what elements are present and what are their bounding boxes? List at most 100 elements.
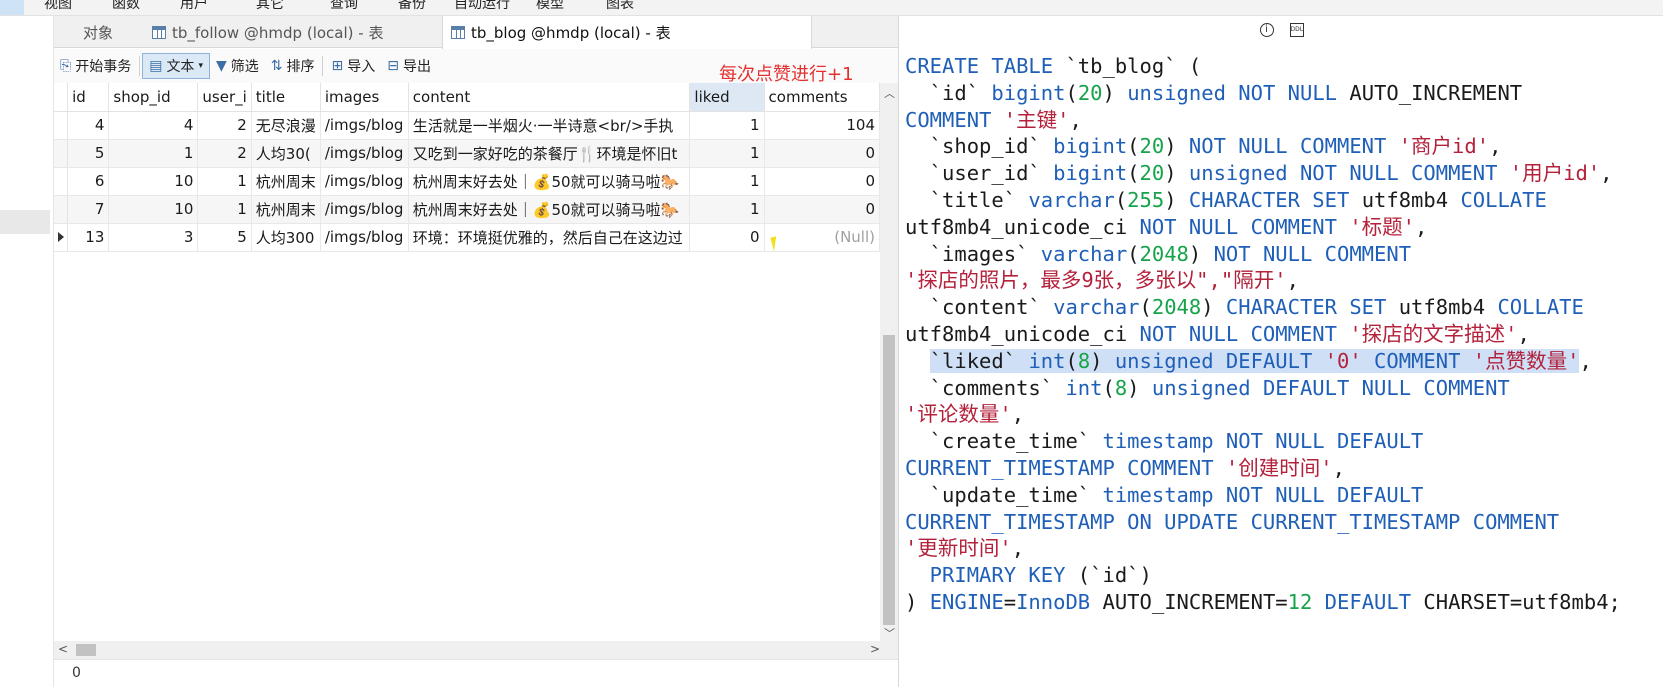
tab-objects[interactable]: 对象 <box>54 16 142 48</box>
ddl-token: unsigned DEFAULT <box>1114 348 1325 373</box>
column-header-liked[interactable]: liked <box>689 83 765 112</box>
cell-liked[interactable]: 1 <box>689 195 765 224</box>
menu-item-users[interactable]: 用户 <box>180 0 208 13</box>
cell-title[interactable]: 人均30( <box>251 139 321 168</box>
cell-title[interactable]: 杭州周末 <box>251 167 321 196</box>
scroll-down-icon[interactable]: ﹀ <box>884 625 895 641</box>
column-header-title[interactable]: title <box>251 83 321 112</box>
cell-images[interactable]: /imgs/blog <box>320 223 409 252</box>
cell-comments[interactable]: 104 <box>764 111 880 140</box>
cell-content[interactable]: 环境：环境挺优雅的，然后自己在这边过 <box>408 223 691 252</box>
horizontal-scroll-thumb[interactable] <box>76 644 96 656</box>
tab-tb-blog[interactable]: tb_blog @hmdp (local) - 表 <box>442 16 812 49</box>
begin-transaction-button[interactable]: ⎘ 开始事务 <box>54 53 137 79</box>
cell-shop-id[interactable]: 3 <box>108 223 199 252</box>
cell-id[interactable]: 6 <box>67 167 110 196</box>
menu-item-others[interactable]: 其它 <box>256 0 284 13</box>
import-button[interactable]: ⊞ 导入 <box>325 53 381 79</box>
ddl-line: ) ENGINE=InnoDB AUTO_INCREMENT=12 DEFAUL… <box>905 589 1621 616</box>
ddl-icon[interactable]: DDL <box>1289 23 1304 37</box>
column-header-images[interactable]: images <box>320 83 409 112</box>
menu-item-query[interactable]: 查询 <box>330 0 358 13</box>
scroll-left-icon[interactable]: < <box>58 642 68 656</box>
tab-objects-label: 对象 <box>82 23 113 42</box>
row-header-current[interactable] <box>54 223 69 252</box>
tab-tb-follow[interactable]: tb_follow @hmdp (local) - 表 <box>144 16 440 48</box>
ddl-line: `comments` int(8) unsigned DEFAULT NULL … <box>905 375 1621 402</box>
menu-item-backup[interactable]: 备份 <box>398 0 426 13</box>
cell-title[interactable]: 无尽浪漫 <box>251 111 321 140</box>
ddl-line: `update_time` timestamp NOT NULL DEFAULT <box>905 482 1621 509</box>
row-header[interactable] <box>54 167 69 196</box>
column-header-id[interactable]: id <box>67 83 110 112</box>
table-row[interactable]: 13 3 5 人均300 /imgs/blog 环境：环境挺优雅的，然后自己在这… <box>54 223 880 252</box>
cell-user-id[interactable]: 2 <box>197 111 252 140</box>
cell-comments[interactable]: 0 <box>764 195 880 224</box>
ddl-line: `content` varchar(2048) CHARACTER SET ut… <box>905 294 1621 321</box>
sort-button[interactable]: ⇅ 排序 <box>265 53 321 79</box>
cell-id[interactable]: 7 <box>67 195 110 224</box>
cell-title[interactable]: 杭州周末 <box>251 195 321 224</box>
text-view-button[interactable]: ▤ 文本 ▾ <box>142 53 210 79</box>
cell-liked[interactable]: 1 <box>689 139 765 168</box>
scroll-right-icon[interactable]: > <box>870 642 880 656</box>
cell-title[interactable]: 人均300 <box>251 223 321 252</box>
column-header-shop-id[interactable]: shop_id <box>108 83 199 112</box>
cell-liked[interactable]: 1 <box>689 111 765 140</box>
cell-user-id[interactable]: 1 <box>197 167 252 196</box>
column-header-content[interactable]: content <box>408 83 691 112</box>
ddl-token: utf8mb4 <box>1361 187 1461 212</box>
cell-images[interactable]: /imgs/blog <box>320 139 409 168</box>
menu-item-view[interactable]: 视图 <box>44 0 72 13</box>
cell-images[interactable]: /imgs/blog <box>320 167 409 196</box>
menu-item-functions[interactable]: 函数 <box>112 0 140 13</box>
filter-button[interactable]: ▼ 筛选 <box>210 53 265 79</box>
grid-horizontal-scrollbar[interactable]: < > <box>54 641 898 659</box>
cell-shop-id[interactable]: 10 <box>108 195 199 224</box>
cell-user-id[interactable]: 1 <box>197 195 252 224</box>
ddl-token: ) <box>1164 134 1189 159</box>
cell-comments[interactable]: 0 <box>764 139 880 168</box>
cell-user-id[interactable]: 5 <box>197 223 252 252</box>
cell-content[interactable]: 杭州周末好去处｜💰50就可以骑马啦🐎 <box>408 167 691 196</box>
ddl-token: , <box>1011 402 1025 427</box>
cell-id[interactable]: 5 <box>67 139 110 168</box>
cell-id[interactable]: 13 <box>67 223 110 252</box>
cell-shop-id[interactable]: 4 <box>108 111 199 140</box>
cell-liked[interactable]: 1 <box>689 167 765 196</box>
column-header-comments[interactable]: comments <box>764 83 880 112</box>
row-header[interactable] <box>54 139 69 168</box>
info-icon[interactable]: i <box>1259 23 1274 37</box>
cell-content[interactable]: 又吃到一家好吃的茶餐厅🍴环境是怀旧t <box>408 139 691 168</box>
table-row[interactable]: 7 10 1 杭州周末 /imgs/blog 杭州周末好去处｜💰50就可以骑马啦… <box>54 195 880 224</box>
menu-item-automation[interactable]: 自动运行 <box>454 0 510 13</box>
cell-content[interactable]: 杭州周末好去处｜💰50就可以骑马啦🐎 <box>408 195 691 224</box>
cell-id[interactable]: 4 <box>67 111 110 140</box>
cell-user-id[interactable]: 2 <box>197 139 252 168</box>
row-header[interactable] <box>54 111 69 140</box>
table-row[interactable]: 6 10 1 杭州周末 /imgs/blog 杭州周末好去处｜💰50就可以骑马啦… <box>54 167 880 196</box>
cell-images[interactable]: /imgs/blog <box>320 111 409 140</box>
row-header[interactable] <box>54 195 69 224</box>
menu-item-charts[interactable]: 图表 <box>606 0 634 13</box>
cell-shop-id[interactable]: 10 <box>108 167 199 196</box>
row-header-corner <box>54 83 69 112</box>
selected-nav-item[interactable] <box>0 210 50 234</box>
scroll-up-icon[interactable]: ︿ <box>884 85 895 101</box>
ddl-token: PRIMARY KEY <box>905 563 1078 588</box>
cell-liked[interactable]: 0 <box>689 223 765 252</box>
export-button[interactable]: ⊟ 导出 <box>381 53 437 79</box>
table-row[interactable]: 4 4 2 无尽浪漫 /imgs/blog 生活就是一半烟火·一半诗意<br/>… <box>54 111 880 140</box>
chevron-down-icon[interactable]: ▾ <box>198 61 203 71</box>
menu-item-model[interactable]: 模型 <box>536 0 564 13</box>
cell-shop-id[interactable]: 1 <box>108 139 199 168</box>
cell-comments[interactable]: 0 <box>764 167 880 196</box>
ddl-code-block[interactable]: CREATE TABLE `tb_blog` ( `id` bigint(20)… <box>905 53 1621 616</box>
grid-vertical-scrollbar[interactable]: ︿ ﹀ <box>880 83 898 641</box>
cell-images[interactable]: /imgs/blog <box>320 195 409 224</box>
ddl-token: CURRENT_TIMESTAMP ON UPDATE CURRENT_TIME… <box>905 509 1560 534</box>
column-header-user-id[interactable]: user_i <box>197 83 252 112</box>
vertical-scroll-thumb[interactable] <box>883 335 895 625</box>
table-row[interactable]: 5 1 2 人均30( /imgs/blog 又吃到一家好吃的茶餐厅🍴环境是怀旧… <box>54 139 880 168</box>
cell-content[interactable]: 生活就是一半烟火·一半诗意<br/>手执 <box>408 111 691 140</box>
